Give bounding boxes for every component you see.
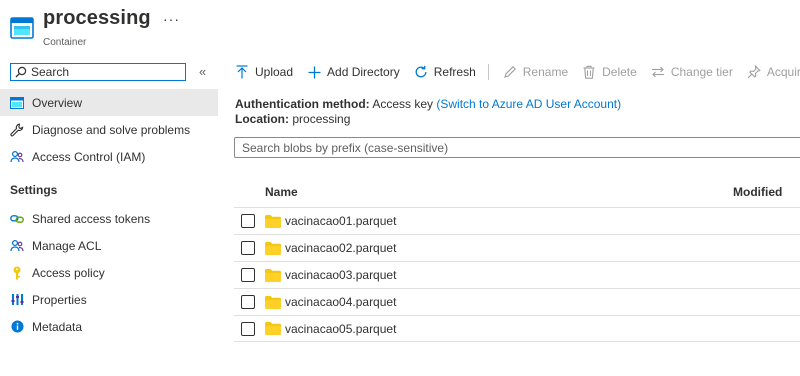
swap-arrows-icon: [651, 65, 665, 79]
blob-name[interactable]: vacinacao02.parquet: [285, 241, 396, 255]
toolbar-divider: [487, 64, 489, 80]
blob-name[interactable]: vacinacao04.parquet: [285, 295, 396, 309]
blob-name[interactable]: vacinacao01.parquet: [285, 214, 396, 228]
sidebar-item-label: Properties: [32, 292, 87, 307]
trash-icon: [582, 65, 596, 79]
sidebar-item-iam[interactable]: Access Control (IAM): [0, 143, 218, 170]
overview-icon: [10, 96, 24, 110]
people-icon: [10, 239, 24, 253]
folder-icon: [265, 322, 281, 335]
table-row[interactable]: vacinacao02.parquet: [234, 234, 800, 261]
add-directory-button[interactable]: Add Directory: [307, 65, 400, 79]
sidebar-search-input[interactable]: [27, 65, 171, 79]
upload-button[interactable]: Upload: [235, 65, 293, 79]
refresh-button[interactable]: Refresh: [414, 65, 476, 79]
table-row[interactable]: vacinacao03.parquet: [234, 261, 800, 288]
sidebar-item-diagnose[interactable]: Diagnose and solve problems: [0, 116, 218, 143]
delete-button[interactable]: Delete: [582, 65, 637, 79]
settings-heading: Settings: [10, 183, 58, 197]
sidebar-item-manage-acl[interactable]: Manage ACL: [0, 232, 218, 259]
folder-icon: [265, 295, 281, 309]
blob-search[interactable]: [234, 137, 800, 158]
upload-label: Upload: [255, 65, 294, 79]
acquire-lease-button[interactable]: Acquire lease: [747, 65, 800, 79]
more-options-button[interactable]: ···: [163, 11, 180, 27]
row-checkbox[interactable]: [241, 268, 255, 282]
plus-icon: [307, 65, 321, 79]
info-icon: [10, 320, 24, 334]
auth-method-value: Access key: [372, 97, 434, 111]
sidebar-item-properties[interactable]: Properties: [0, 286, 218, 313]
wrench-icon: [10, 123, 24, 137]
rename-button[interactable]: Rename: [503, 65, 568, 79]
folder-icon: [265, 241, 281, 255]
properties-icon: [10, 293, 24, 307]
command-bar: Upload Add Directory Refresh Rename Dele…: [235, 62, 800, 82]
sidebar-item-overview[interactable]: Overview: [0, 89, 218, 116]
container-icon: [10, 17, 34, 39]
delete-label: Delete: [602, 65, 637, 79]
change-tier-button[interactable]: Change tier: [651, 65, 733, 79]
folder-icon: [265, 268, 281, 282]
row-checkbox[interactable]: [241, 295, 255, 309]
sidebar-item-label: Manage ACL: [32, 238, 102, 253]
sidebar-item-access-policy[interactable]: Access policy: [0, 259, 218, 286]
upload-icon: [235, 65, 249, 79]
refresh-icon: [414, 65, 428, 79]
sidebar-item-metadata[interactable]: Metadata: [0, 313, 218, 340]
link-icon: [10, 212, 24, 226]
page-subtitle: Container: [43, 37, 87, 48]
sidebar-item-label: Access Control (IAM): [32, 149, 146, 164]
column-header-modified[interactable]: Modified: [733, 185, 782, 199]
row-checkbox[interactable]: [241, 321, 255, 336]
switch-auth-link[interactable]: (Switch to Azure AD User Account): [436, 97, 621, 111]
refresh-label: Refresh: [433, 65, 476, 79]
sidebar-item-shared-access-tokens[interactable]: Shared access tokens: [0, 205, 218, 232]
sidebar-search[interactable]: [10, 63, 186, 81]
location-line: Location: processing: [235, 112, 350, 126]
auth-method-line: Authentication method: Access key (Switc…: [235, 97, 621, 111]
search-icon: [15, 66, 27, 78]
change-tier-label: Change tier: [670, 65, 733, 79]
blob-name[interactable]: vacinacao03.parquet: [285, 268, 396, 282]
add-directory-label: Add Directory: [327, 65, 400, 79]
table-row[interactable]: vacinacao05.parquet: [234, 315, 800, 342]
collapse-sidebar-button[interactable]: «: [199, 64, 206, 79]
acquire-lease-label: Acquire lease: [766, 65, 800, 79]
location-value: processing: [292, 112, 351, 126]
blob-name[interactable]: vacinacao05.parquet: [285, 322, 396, 336]
sidebar-item-label: Diagnose and solve problems: [32, 122, 191, 137]
page-title: processing: [43, 7, 151, 29]
rename-icon: [503, 65, 517, 79]
table-row[interactable]: vacinacao04.parquet: [234, 288, 800, 315]
row-checkbox[interactable]: [241, 214, 255, 228]
column-header-name[interactable]: Name: [265, 185, 298, 199]
rename-label: Rename: [522, 65, 569, 79]
people-icon: [10, 150, 24, 164]
folder-icon: [265, 214, 281, 228]
sidebar-item-label: Overview: [32, 95, 83, 110]
auth-method-label: Authentication method:: [235, 97, 370, 111]
sidebar-item-label: Shared access tokens: [32, 211, 151, 226]
table-row[interactable]: vacinacao01.parquet: [234, 207, 800, 234]
blob-search-input[interactable]: [235, 140, 782, 155]
row-checkbox[interactable]: [241, 241, 255, 255]
key-icon: [10, 266, 24, 280]
sidebar-item-label: Access policy: [32, 265, 105, 280]
location-label: Location:: [235, 112, 289, 126]
sidebar-item-label: Metadata: [32, 319, 83, 334]
pin-icon: [747, 65, 761, 79]
